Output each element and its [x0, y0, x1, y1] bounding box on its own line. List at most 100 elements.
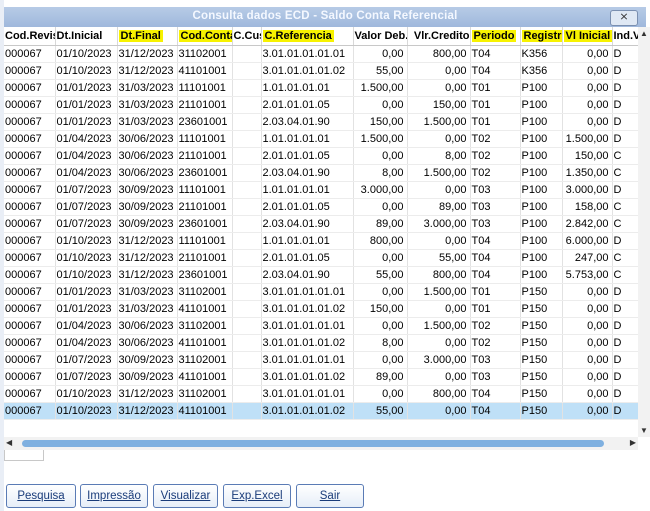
- table-row[interactable]: 000067 01/01/2023 31/03/2023 23601001 2.03.0…: [4, 113, 638, 131]
- col-header-vl-inicial[interactable]: Vl Inicial: [562, 27, 613, 46]
- table-cell: 01/04/2023: [55, 334, 118, 352]
- table-row[interactable]: 000067 01/07/2023 30/09/2023 21101001 2.01.0…: [4, 198, 638, 216]
- table-cell: 30/09/2023: [117, 215, 178, 233]
- table-row[interactable]: 000067 01/01/2023 31/03/2023 31102001 3.01.0…: [4, 283, 638, 301]
- table-cell: 3.01.01.01.01.02: [261, 368, 354, 386]
- sair-button[interactable]: Sair: [296, 484, 364, 508]
- table-cell: [232, 402, 262, 420]
- table-cell: 0,00: [353, 317, 408, 335]
- col-header-cod-revis[interactable]: Cod.Revis: [4, 27, 56, 46]
- table-cell: [232, 215, 262, 233]
- col-header-valor-deb[interactable]: Valor Deb.: [353, 27, 408, 46]
- table-row[interactable]: 000067 01/04/2023 30/06/2023 21101001 2.01.0…: [4, 147, 638, 165]
- table-cell: 1.500,00: [353, 130, 408, 148]
- table-cell: 800,00: [407, 266, 471, 284]
- table-row[interactable]: 000067 01/01/2023 31/03/2023 11101001 1.01.0…: [4, 79, 638, 97]
- table-cell: D: [612, 181, 638, 199]
- horizontal-scrollbar[interactable]: ◀ ▶: [4, 437, 638, 450]
- table-cell: 0,00: [562, 45, 613, 63]
- table-cell: 3.000,00: [407, 215, 471, 233]
- table-row[interactable]: 000067 01/10/2023 31/12/2023 23601001 2.03.0…: [4, 266, 638, 284]
- table-row[interactable]: 000067 01/07/2023 30/09/2023 41101001 3.01.0…: [4, 368, 638, 386]
- table-cell: D: [612, 334, 638, 352]
- table-cell: 8,00: [353, 334, 408, 352]
- table-cell: 55,00: [353, 266, 408, 284]
- col-header-c-referencia[interactable]: C.Referencia: [261, 27, 354, 46]
- table-row[interactable]: 000067 01/07/2023 30/09/2023 23601001 2.03.0…: [4, 215, 638, 233]
- scroll-down-icon[interactable]: ▼: [640, 426, 648, 435]
- visualizar-button[interactable]: Visualizar: [153, 484, 218, 508]
- table-cell: 0,00: [353, 96, 408, 114]
- col-header-dt-inicial[interactable]: Dt.Inicial: [55, 27, 118, 46]
- close-button[interactable]: ⨯: [610, 10, 638, 26]
- table-cell: [232, 130, 262, 148]
- scroll-right-icon[interactable]: ▶: [630, 438, 636, 447]
- table-cell: 1.350,00: [562, 164, 613, 182]
- col-header-dt-final[interactable]: Dt.Final: [117, 27, 178, 46]
- col-header-registr[interactable]: Registr: [520, 27, 563, 46]
- table-cell: 000067: [4, 215, 56, 233]
- table-cell: 30/09/2023: [117, 351, 178, 369]
- table-cell: 01/10/2023: [55, 249, 118, 267]
- table-cell: [232, 147, 262, 165]
- table-cell: 01/01/2023: [55, 96, 118, 114]
- scroll-left-icon[interactable]: ◀: [6, 438, 12, 447]
- table-cell: 1.500,00: [353, 79, 408, 97]
- table-cell: P150: [520, 317, 563, 335]
- col-header-c-cus[interactable]: C.Cus: [232, 27, 262, 46]
- table-cell: P100: [520, 147, 563, 165]
- table-cell: 31102001: [177, 385, 233, 403]
- table-cell: [232, 232, 262, 250]
- table-cell: 8,00: [407, 147, 471, 165]
- table-cell: 3.01.01.01.01.01: [261, 283, 354, 301]
- exp-excel-button[interactable]: Exp.Excel: [223, 484, 291, 508]
- table-row[interactable]: 000067 01/01/2023 31/03/2023 21101001 2.01.0…: [4, 96, 638, 114]
- table-cell: [232, 96, 262, 114]
- col-header-ind-v[interactable]: Ind.V: [612, 27, 638, 46]
- table-cell: 3.01.01.01.01.01: [261, 351, 354, 369]
- table-row[interactable]: 000067 01/10/2023 31/12/2023 31102001 3.01.0…: [4, 385, 638, 403]
- table-cell: [232, 113, 262, 131]
- data-grid[interactable]: Cod.Revis Dt.Inicial Dt.Final Cod.Conta …: [4, 27, 639, 437]
- table-row[interactable]: 000067 01/10/2023 31/12/2023 21101001 2.01.0…: [4, 249, 638, 267]
- impressao-button[interactable]: Impressão: [80, 484, 148, 508]
- table-cell: 1.500,00: [407, 113, 471, 131]
- table-cell: 150,00: [407, 96, 471, 114]
- table-cell: T04: [470, 232, 521, 250]
- table-row[interactable]: 000067 01/04/2023 30/06/2023 11101001 1.01.0…: [4, 130, 638, 148]
- table-row[interactable]: 000067 01/10/2023 31/12/2023 11101001 1.01.0…: [4, 232, 638, 250]
- table-cell: [232, 334, 262, 352]
- table-cell: 01/07/2023: [55, 215, 118, 233]
- vertical-scrollbar[interactable]: ▲ ▼: [638, 27, 650, 437]
- table-row[interactable]: 000067 01/10/2023 31/12/2023 31102001 3.01.0…: [4, 45, 638, 63]
- table-cell: 01/07/2023: [55, 198, 118, 216]
- table-cell: T03: [470, 181, 521, 199]
- table-row[interactable]: 000067 01/04/2023 30/06/2023 31102001 3.01.0…: [4, 317, 638, 335]
- table-cell: 01/10/2023: [55, 45, 118, 63]
- table-cell: D: [612, 45, 638, 63]
- table-row[interactable]: 000067 01/01/2023 31/03/2023 41101001 3.01.0…: [4, 300, 638, 318]
- table-cell: 31/12/2023: [117, 266, 178, 284]
- col-header-vlr-credito[interactable]: Vlr.Credito: [407, 27, 471, 46]
- table-row[interactable]: 000067 01/10/2023 31/12/2023 41101001 3.01.0…: [4, 62, 638, 80]
- table-row[interactable]: 000067 01/07/2023 30/09/2023 31102001 3.01.0…: [4, 351, 638, 369]
- table-cell: 31/12/2023: [117, 45, 178, 63]
- col-header-periodo[interactable]: Periodo: [470, 27, 521, 46]
- table-cell: 1.500,00: [407, 317, 471, 335]
- table-row[interactable]: 000067 01/04/2023 30/06/2023 23601001 2.03.0…: [4, 164, 638, 182]
- table-row[interactable]: 000067 01/10/2023 31/12/2023 41101001 3.01.0…: [4, 402, 638, 420]
- table-cell: T04: [470, 266, 521, 284]
- table-row[interactable]: 000067 01/07/2023 30/09/2023 11101001 1.01.0…: [4, 181, 638, 199]
- table-cell: T02: [470, 130, 521, 148]
- horizontal-scroll-thumb[interactable]: [22, 440, 604, 447]
- table-cell: T02: [470, 164, 521, 182]
- table-row[interactable]: 000067 01/04/2023 30/06/2023 41101001 3.01.0…: [4, 334, 638, 352]
- table-cell: 01/07/2023: [55, 351, 118, 369]
- table-cell: [232, 317, 262, 335]
- scroll-up-icon[interactable]: ▲: [640, 29, 648, 38]
- table-cell: 000067: [4, 45, 56, 63]
- table-cell: [232, 198, 262, 216]
- pesquisa-button[interactable]: Pesquisa: [6, 484, 76, 508]
- table-cell: 2.01.01.01.05: [261, 96, 354, 114]
- col-header-cod-conta[interactable]: Cod.Conta: [177, 27, 233, 46]
